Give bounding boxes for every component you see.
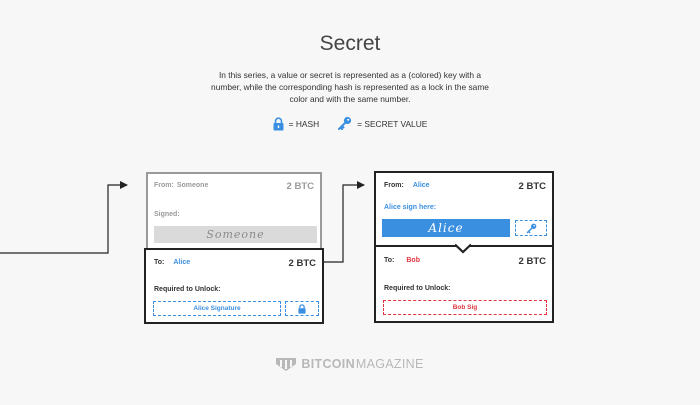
signature-field: Alice [382, 219, 510, 237]
left-output-card: To: Alice 2 BTC Required to Unlock: Alic… [144, 248, 324, 324]
from-name: Someone [176, 182, 209, 189]
flow-connectors [0, 181, 365, 264]
to-name: Bob [406, 257, 420, 264]
incoming-arrow [0, 181, 128, 254]
brand-light: MAGAZINE [355, 357, 424, 371]
amount: 2 BTC [518, 181, 546, 192]
lock-requirement [285, 301, 319, 316]
key-slot [515, 220, 547, 236]
brand-bold: BITCOIN [301, 357, 355, 371]
brand-logo: BITCOIN MAGAZINE [0, 357, 700, 371]
key-icon [526, 223, 536, 233]
signature-requirement: Bob Sig [383, 300, 547, 315]
link-arrow [322, 181, 365, 263]
notch-pointer [455, 243, 472, 254]
required-label: Required to Unlock: [384, 285, 451, 292]
signed-label: Signed: [154, 211, 180, 218]
left-input-card: From: Someone 2 BTC Signed: Someone [146, 172, 322, 250]
bitcoin-magazine-logo-icon [276, 357, 297, 371]
to-label: To: [154, 259, 165, 266]
signature-field: Someone [154, 226, 317, 243]
to-name: Alice [173, 259, 191, 266]
sign-here-label: Alice sign here: [384, 204, 437, 211]
to-label: To: [384, 257, 395, 264]
right-input-card: From: Alice 2 BTC Alice sign here: Alice [374, 171, 554, 247]
lock-icon [298, 303, 306, 314]
amount: 2 BTC [286, 181, 314, 192]
amount: 2 BTC [518, 256, 546, 267]
from-label: From: [154, 182, 174, 189]
right-output-card: To: Bob 2 BTC Required to Unlock: Bob Si… [374, 245, 554, 323]
amount: 2 BTC [288, 258, 316, 269]
required-label: Required to Unlock: [154, 286, 221, 293]
signature-requirement: Alice Signature [153, 301, 281, 316]
from-name: Alice [412, 182, 430, 189]
from-label: From: [384, 182, 404, 189]
